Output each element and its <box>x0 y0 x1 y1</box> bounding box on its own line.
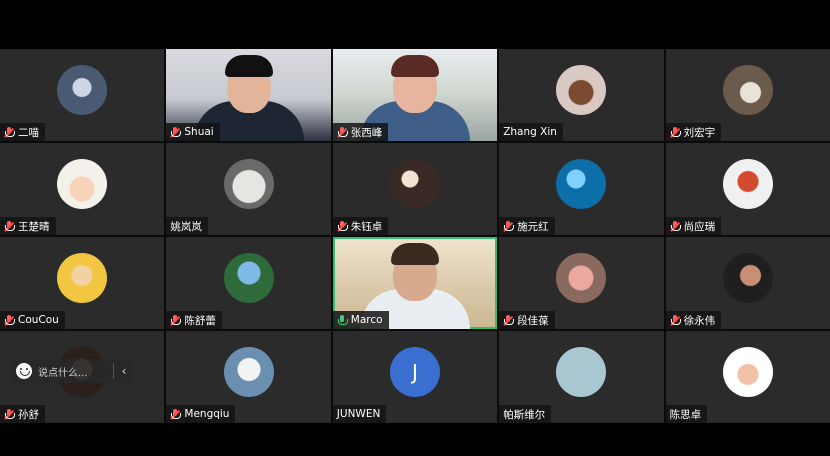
name-label: 张西峰 <box>332 123 389 141</box>
name-label: 徐永伟 <box>665 311 722 329</box>
mic-active-icon <box>337 314 348 326</box>
mic-muted-icon <box>4 220 15 232</box>
mic-muted-icon <box>170 408 182 420</box>
participant-tile[interactable]: 陈思卓 <box>665 331 830 423</box>
participant-tile[interactable]: 段佳葆 <box>499 237 664 329</box>
participant-tile[interactable]: 二喵 <box>0 49 165 141</box>
name-label: 陈思卓 <box>665 405 708 423</box>
name-label: 孙舒 <box>0 405 45 423</box>
bottom-bar <box>0 423 830 456</box>
mic-muted-icon <box>4 314 15 326</box>
participant-name: 姚岚岚 <box>170 220 202 233</box>
participant-tile[interactable]: Zhang Xin <box>499 49 664 141</box>
participant-tile[interactable]: 朱钰卓 <box>332 143 498 235</box>
mic-muted-icon <box>337 220 348 232</box>
participant-name: 二喵 <box>18 126 39 139</box>
participant-name: Mengqiu <box>184 408 230 420</box>
participant-name: Zhang Xin <box>503 126 557 138</box>
avatar <box>556 347 607 398</box>
name-label: 王楚晴 <box>0 217 56 235</box>
participant-tile[interactable]: 姚岚岚 <box>166 143 331 235</box>
mic-muted-icon <box>4 126 15 138</box>
participant-tile[interactable]: CouCou <box>0 237 165 329</box>
name-label: 二喵 <box>0 123 45 141</box>
participant-tile[interactable]: 施元红 <box>499 143 664 235</box>
participant-name: Shuai <box>184 126 214 138</box>
avatar <box>223 159 274 210</box>
name-label: 刘宏宇 <box>665 123 722 141</box>
avatar <box>389 159 440 210</box>
avatar <box>722 253 773 304</box>
participant-tile[interactable]: Mengqiu <box>166 331 331 423</box>
mic-muted-icon <box>503 220 515 232</box>
participant-tile[interactable]: 刘宏宇 <box>665 49 830 141</box>
collapse-chevron-icon[interactable]: ‹ <box>114 364 134 378</box>
participant-name: 孙舒 <box>18 408 39 421</box>
name-label: 段佳葆 <box>499 311 555 329</box>
mic-muted-icon <box>669 126 681 138</box>
participant-tile[interactable]: 徐永伟 <box>665 237 830 329</box>
participant-name: JUNWEN <box>336 408 381 420</box>
participant-tile[interactable]: 帕斯维尔 <box>499 331 664 423</box>
chat-placeholder[interactable]: 说点什么... <box>38 364 88 379</box>
name-label: 陈舒蕾 <box>166 311 222 329</box>
name-label: Mengqiu <box>166 405 236 423</box>
name-label: 施元红 <box>499 217 555 235</box>
name-label: 尚应瑞 <box>665 217 722 235</box>
participant-name: 陈思卓 <box>669 408 702 421</box>
chat-input-bar[interactable]: 说点什么... ‹ <box>10 359 134 383</box>
participant-tile[interactable]: J JUNWEN <box>332 331 498 423</box>
participant-video-tile[interactable]: Shuai <box>166 49 331 141</box>
participant-name: 王楚晴 <box>18 220 50 233</box>
name-label: CouCou <box>0 311 65 329</box>
avatar <box>722 159 773 210</box>
participant-name: 朱钰卓 <box>350 220 383 233</box>
name-label: Shuai <box>166 123 220 141</box>
name-label: Marco <box>332 311 389 329</box>
avatar <box>57 65 108 116</box>
avatar <box>223 253 274 304</box>
participant-video-tile[interactable]: 张西峰 <box>332 49 498 141</box>
participant-name: 段佳葆 <box>517 314 549 327</box>
name-label: JUNWEN <box>332 405 387 423</box>
participant-name: 尚应瑞 <box>683 220 716 233</box>
avatar <box>722 65 773 116</box>
participant-name: Marco <box>350 314 383 326</box>
mic-muted-icon <box>4 408 15 420</box>
emoji-icon[interactable] <box>16 363 32 379</box>
avatar <box>223 347 274 398</box>
avatar <box>556 253 607 304</box>
participant-name: 徐永伟 <box>683 314 716 327</box>
mic-muted-icon <box>170 314 182 326</box>
top-bar <box>0 0 830 49</box>
avatar <box>57 159 108 210</box>
participant-name: 刘宏宇 <box>683 126 716 139</box>
avatar <box>556 65 607 116</box>
avatar <box>57 253 108 304</box>
participant-video-tile[interactable]: Marco <box>332 237 498 329</box>
name-label: 帕斯维尔 <box>499 405 552 423</box>
avatar <box>556 159 607 210</box>
participant-tile[interactable]: 陈舒蕾 <box>166 237 331 329</box>
participant-name: 张西峰 <box>350 126 383 139</box>
name-label: 姚岚岚 <box>166 217 208 235</box>
participant-name: CouCou <box>18 314 59 326</box>
mic-muted-icon <box>669 220 681 232</box>
participant-tile[interactable]: 王楚晴 <box>0 143 165 235</box>
mic-muted-icon <box>170 126 182 138</box>
participant-name: 陈舒蕾 <box>184 314 216 327</box>
mic-muted-icon <box>337 126 348 138</box>
mic-muted-icon <box>503 314 515 326</box>
participant-name: 施元红 <box>517 220 549 233</box>
participant-tile[interactable]: 尚应瑞 <box>665 143 830 235</box>
mic-muted-icon <box>669 314 681 326</box>
avatar-letter: J <box>389 347 440 398</box>
name-label: 朱钰卓 <box>332 217 389 235</box>
name-label: Zhang Xin <box>499 123 563 141</box>
avatar <box>722 347 773 398</box>
participant-name: 帕斯维尔 <box>503 408 546 421</box>
